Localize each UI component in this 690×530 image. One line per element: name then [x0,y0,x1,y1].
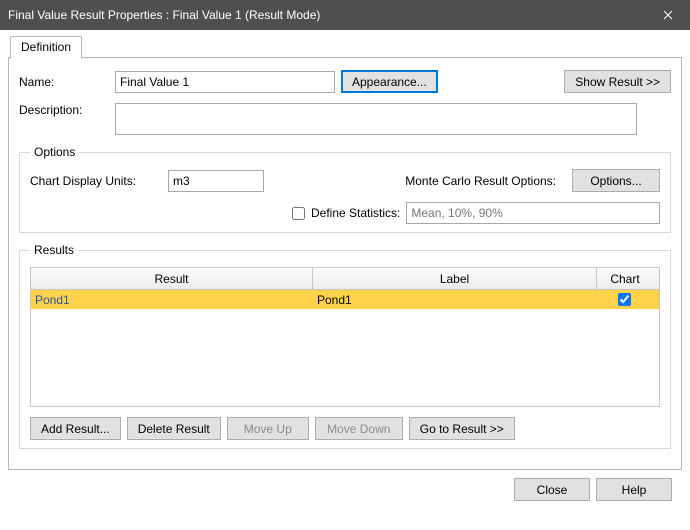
close-button[interactable]: Close [514,478,590,501]
tab-page-definition: Name: Appearance... Show Result >> Descr… [8,57,682,470]
description-field[interactable] [115,103,637,135]
monte-carlo-label: Monte Carlo Result Options: [405,174,556,188]
name-row: Name: Appearance... Show Result >> [19,70,671,93]
description-row: Description: [19,103,671,135]
monte-carlo-options-button[interactable]: Options... [572,169,660,192]
chart-units-label: Chart Display Units: [30,174,160,188]
table-row[interactable]: Pond1 Pond1 [31,290,659,309]
header-result[interactable]: Result [31,268,313,289]
show-result-button[interactable]: Show Result >> [564,70,671,93]
options-group: Options Chart Display Units: Monte Carlo… [19,145,671,233]
results-group: Results Result Label Chart Pond1 Pond1 [19,243,671,449]
add-result-button[interactable]: Add Result... [30,417,121,440]
header-label[interactable]: Label [313,268,597,289]
results-body[interactable]: Pond1 Pond1 [31,290,659,406]
define-statistics-checkbox[interactable] [292,207,305,220]
cell-label[interactable]: Pond1 [313,293,597,307]
cell-result[interactable]: Pond1 [31,293,313,307]
appearance-button[interactable]: Appearance... [341,70,438,93]
chart-units-field[interactable] [168,170,264,192]
close-icon[interactable] [645,0,690,30]
cell-chart[interactable] [597,293,653,306]
client-area: Definition Name: Appearance... Show Resu… [0,30,690,517]
title-bar: Final Value Result Properties : Final Va… [0,0,690,30]
tab-strip: Definition [10,36,682,58]
define-statistics-field[interactable] [406,202,660,224]
name-label: Name: [19,75,115,89]
name-field[interactable] [115,71,335,93]
go-to-result-button[interactable]: Go to Result >> [409,417,515,440]
results-header: Result Label Chart [31,268,659,290]
window-title: Final Value Result Properties : Final Va… [8,8,320,22]
results-button-bar: Add Result... Delete Result Move Up Move… [30,417,660,440]
move-down-button[interactable]: Move Down [315,417,403,440]
chart-checkbox[interactable] [618,293,631,306]
results-table: Result Label Chart Pond1 Pond1 [30,267,660,407]
delete-result-button[interactable]: Delete Result [127,417,221,440]
options-legend: Options [30,145,79,159]
results-legend: Results [30,243,78,257]
dialog-footer: Close Help [8,470,682,509]
header-chart[interactable]: Chart [597,268,653,289]
description-label: Description: [19,103,115,117]
define-statistics-label: Define Statistics: [311,206,400,220]
help-button[interactable]: Help [596,478,672,501]
move-up-button[interactable]: Move Up [227,417,309,440]
tab-definition[interactable]: Definition [10,36,82,59]
